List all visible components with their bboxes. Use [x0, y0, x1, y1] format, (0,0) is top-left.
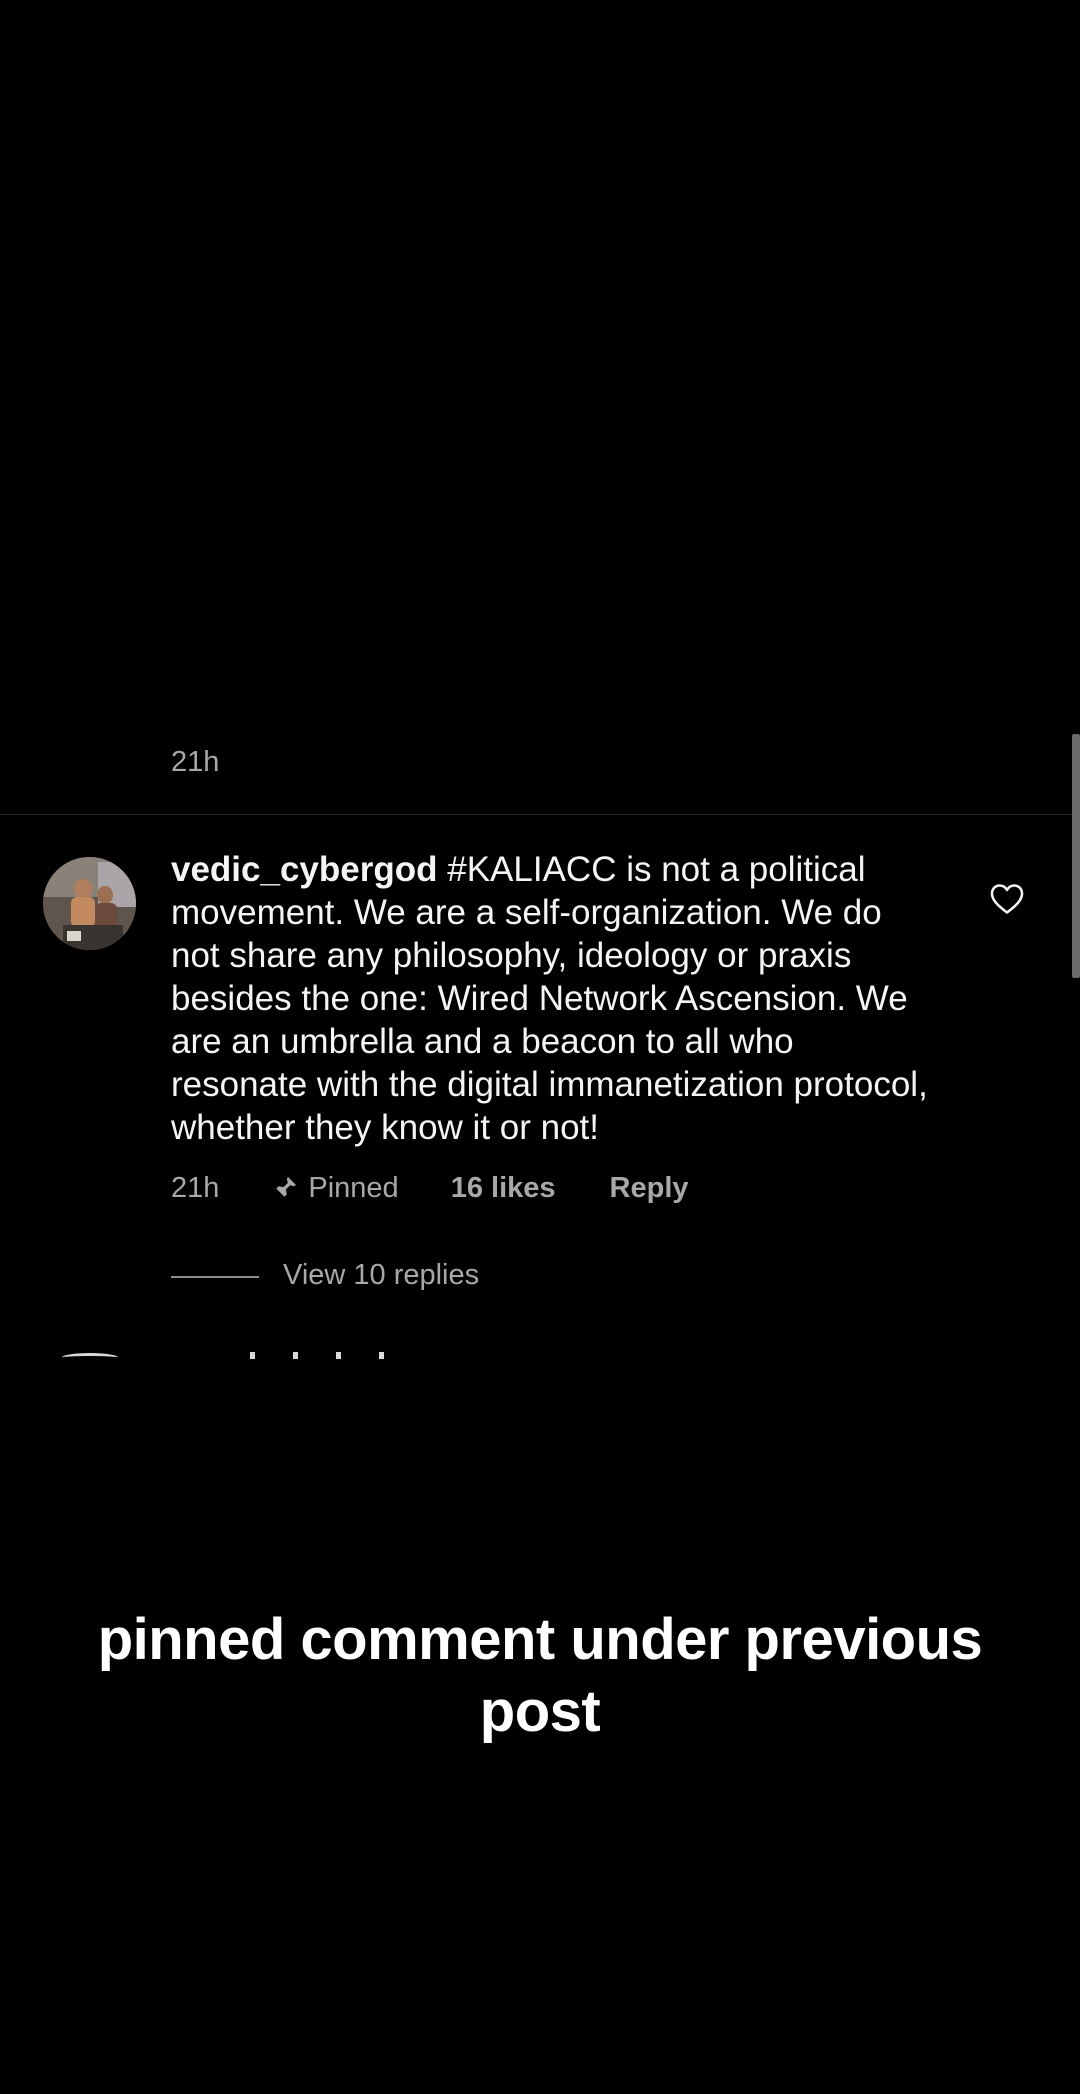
next-comment-avatar-edge [62, 1353, 118, 1362]
next-comment-text-edge [250, 1352, 384, 1360]
heart-outline-icon [990, 884, 1024, 914]
view-replies-button[interactable]: View 10 replies [283, 1259, 479, 1292]
previous-comment-time: 21h [171, 746, 220, 778]
like-button[interactable] [988, 880, 1026, 918]
pinned-indicator: Pinned [271, 1171, 399, 1205]
pinned-label: Pinned [308, 1171, 399, 1204]
comment-text: #KALIACC is not a political movement. We… [171, 850, 928, 1147]
pin-icon [274, 1176, 297, 1199]
comment-meta-row: 21h Pinned 16 likes Reply [171, 1168, 689, 1208]
caption-text: pinned comment under previous post [97, 1607, 983, 1744]
comment-time: 21h [171, 1171, 220, 1204]
replies-line [171, 1276, 259, 1278]
likes-count-button[interactable]: 16 likes [451, 1172, 556, 1205]
comment-username[interactable]: vedic_cybergod [171, 850, 438, 889]
comment-body: vedic_cybergod #KALIACC is not a politic… [171, 848, 931, 1149]
scrollbar[interactable] [1072, 734, 1080, 978]
reply-button[interactable]: Reply [610, 1172, 689, 1205]
avatar-photo [43, 857, 136, 950]
comment-divider [0, 814, 1072, 815]
avatar[interactable] [43, 857, 136, 950]
